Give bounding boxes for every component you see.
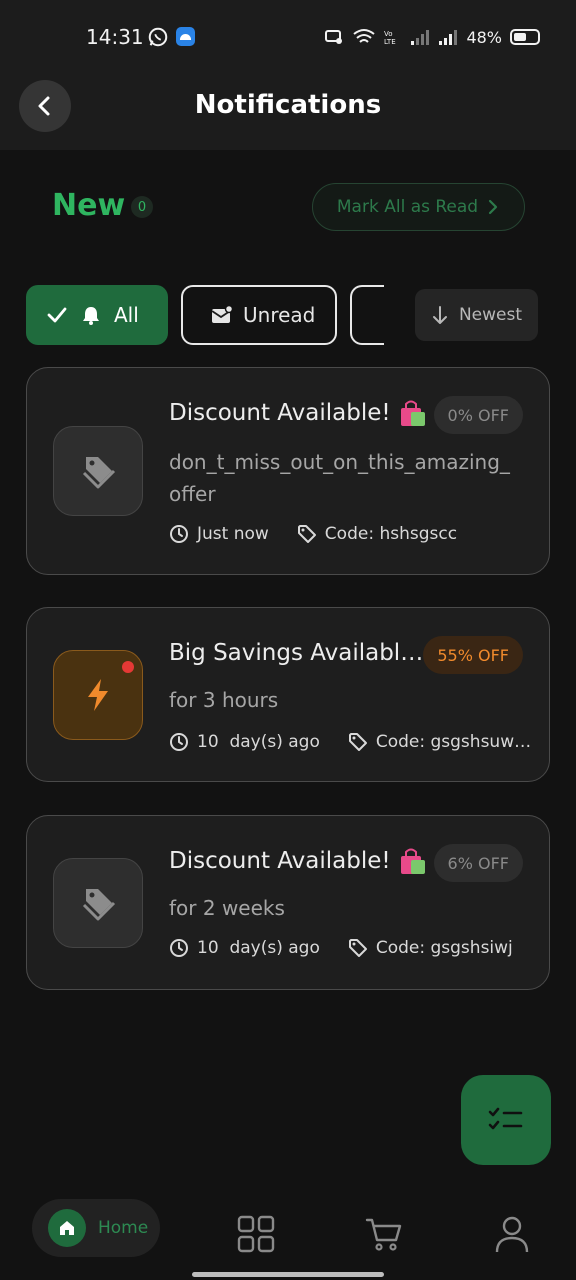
clock-icon (170, 939, 188, 957)
filter-all-chip[interactable]: All (26, 285, 168, 345)
time-text: 10 day(s) ago (197, 732, 320, 752)
battery-icon (510, 29, 540, 45)
filter-unread-label: Unread (243, 303, 316, 327)
profile-icon[interactable] (492, 1214, 532, 1254)
notification-title-text: Discount Available! (169, 400, 391, 426)
mark-all-read-button[interactable]: Mark All as Read (312, 183, 525, 231)
svg-text:LTE: LTE (384, 38, 396, 46)
volte-icon: Vo LTE (384, 30, 396, 46)
battery-percent: 48% (466, 27, 502, 47)
lightning-icon (88, 679, 108, 711)
nav-home-label: Home (98, 1218, 149, 1238)
clock-icon (170, 525, 188, 543)
bell-icon (83, 307, 99, 325)
nav-home-button[interactable]: Home (32, 1199, 160, 1257)
chevron-right-icon (488, 199, 498, 215)
notification-icon-box (53, 650, 143, 740)
top-bar: 14:31 Vo LTE 48% Notifications (0, 0, 576, 150)
home-indicator (192, 1272, 384, 1277)
time-text: 10 day(s) ago (197, 938, 320, 958)
discount-badge: 55% OFF (423, 636, 523, 674)
tag-outline-icon (297, 525, 316, 543)
mail-icon (211, 305, 233, 323)
check-icon (47, 307, 67, 323)
filter-more-chip[interactable] (350, 285, 384, 345)
new-label: New (52, 188, 126, 223)
checklist-icon (488, 1107, 523, 1130)
notification-code: Code: gsgshsuwl... (348, 732, 534, 752)
code-text: Code: hshsgscc (324, 524, 458, 544)
status-bar: 14:31 Vo LTE 48% (0, 0, 576, 72)
shopping-bag-icon (400, 400, 425, 426)
tag-outline-icon (348, 733, 367, 751)
unread-dot (122, 661, 134, 673)
grid-icon[interactable] (236, 1214, 276, 1254)
bottom-navigation: Home (0, 1190, 576, 1280)
tag-icon (82, 457, 116, 489)
notification-time: 10 day(s) ago (169, 938, 320, 958)
notification-card[interactable]: Discount Available! 6% OFF for 2 weeks 1… (26, 815, 550, 990)
notification-time: 10 day(s) ago (169, 732, 320, 752)
code-text: Code: gsgshsiwj (375, 938, 513, 958)
notification-icon-box (53, 858, 143, 948)
notification-icon-box (53, 426, 143, 516)
notification-title: Discount Available! (169, 398, 427, 428)
status-time: 14:31 (86, 25, 144, 49)
sort-label: Newest (458, 305, 523, 325)
notification-title: Discount Available! (169, 846, 427, 876)
clock-icon (170, 733, 188, 751)
new-count-badge: 0 (131, 196, 153, 218)
notification-title: Big Savings Available... (169, 640, 427, 666)
notification-time: Just now (169, 524, 269, 544)
sort-button[interactable]: Newest (415, 289, 538, 341)
signal-icon (411, 30, 430, 45)
mark-all-read-label: Mark All as Read (336, 197, 479, 217)
notification-meta: 10 day(s) ago Code: gsgshsuwl... (169, 732, 534, 752)
notification-description: for 3 hours (169, 688, 279, 712)
tag-outline-icon (348, 939, 367, 957)
tag-icon (82, 889, 116, 921)
status-icons: Vo LTE 48% (324, 26, 540, 48)
checklist-fab-button[interactable] (461, 1075, 551, 1165)
page-title: Notifications (194, 90, 382, 120)
home-icon (48, 1209, 86, 1247)
code-text: Code: gsgshsuwl... (375, 732, 534, 752)
arrow-down-icon (432, 306, 447, 324)
notification-meta: Just now Code: hshsgscc (169, 524, 457, 544)
notification-title-text: Discount Available! (169, 848, 391, 874)
time-text: Just now (197, 524, 269, 544)
shopping-bag-icon (400, 848, 425, 874)
filter-all-label: All (114, 303, 139, 327)
discount-badge: 6% OFF (433, 844, 523, 882)
cast-icon (325, 30, 343, 44)
notification-card[interactable]: Big Savings Available... 55% OFF for 3 h… (26, 607, 550, 782)
app-notification-icon (176, 27, 195, 46)
notification-code: Code: gsgshsiwj (348, 938, 513, 958)
discount-badge: 0% OFF (433, 396, 523, 434)
svg-text:Vo: Vo (384, 30, 393, 38)
cart-icon[interactable] (364, 1214, 404, 1254)
signal-icon (439, 30, 458, 45)
whatsapp-icon (148, 27, 168, 47)
notification-card[interactable]: Discount Available! 0% OFF don_t_miss_ou… (26, 367, 550, 575)
notification-description: don_t_miss_out_on_this_amazing_offer (169, 450, 510, 506)
filter-unread-chip[interactable]: Unread (181, 285, 337, 345)
wifi-icon (353, 29, 376, 43)
notification-code: Code: hshsgscc (297, 524, 457, 544)
notification-meta: 10 day(s) ago Code: gsgshsiwj (169, 938, 513, 958)
notification-description: for 2 weeks (169, 896, 285, 920)
